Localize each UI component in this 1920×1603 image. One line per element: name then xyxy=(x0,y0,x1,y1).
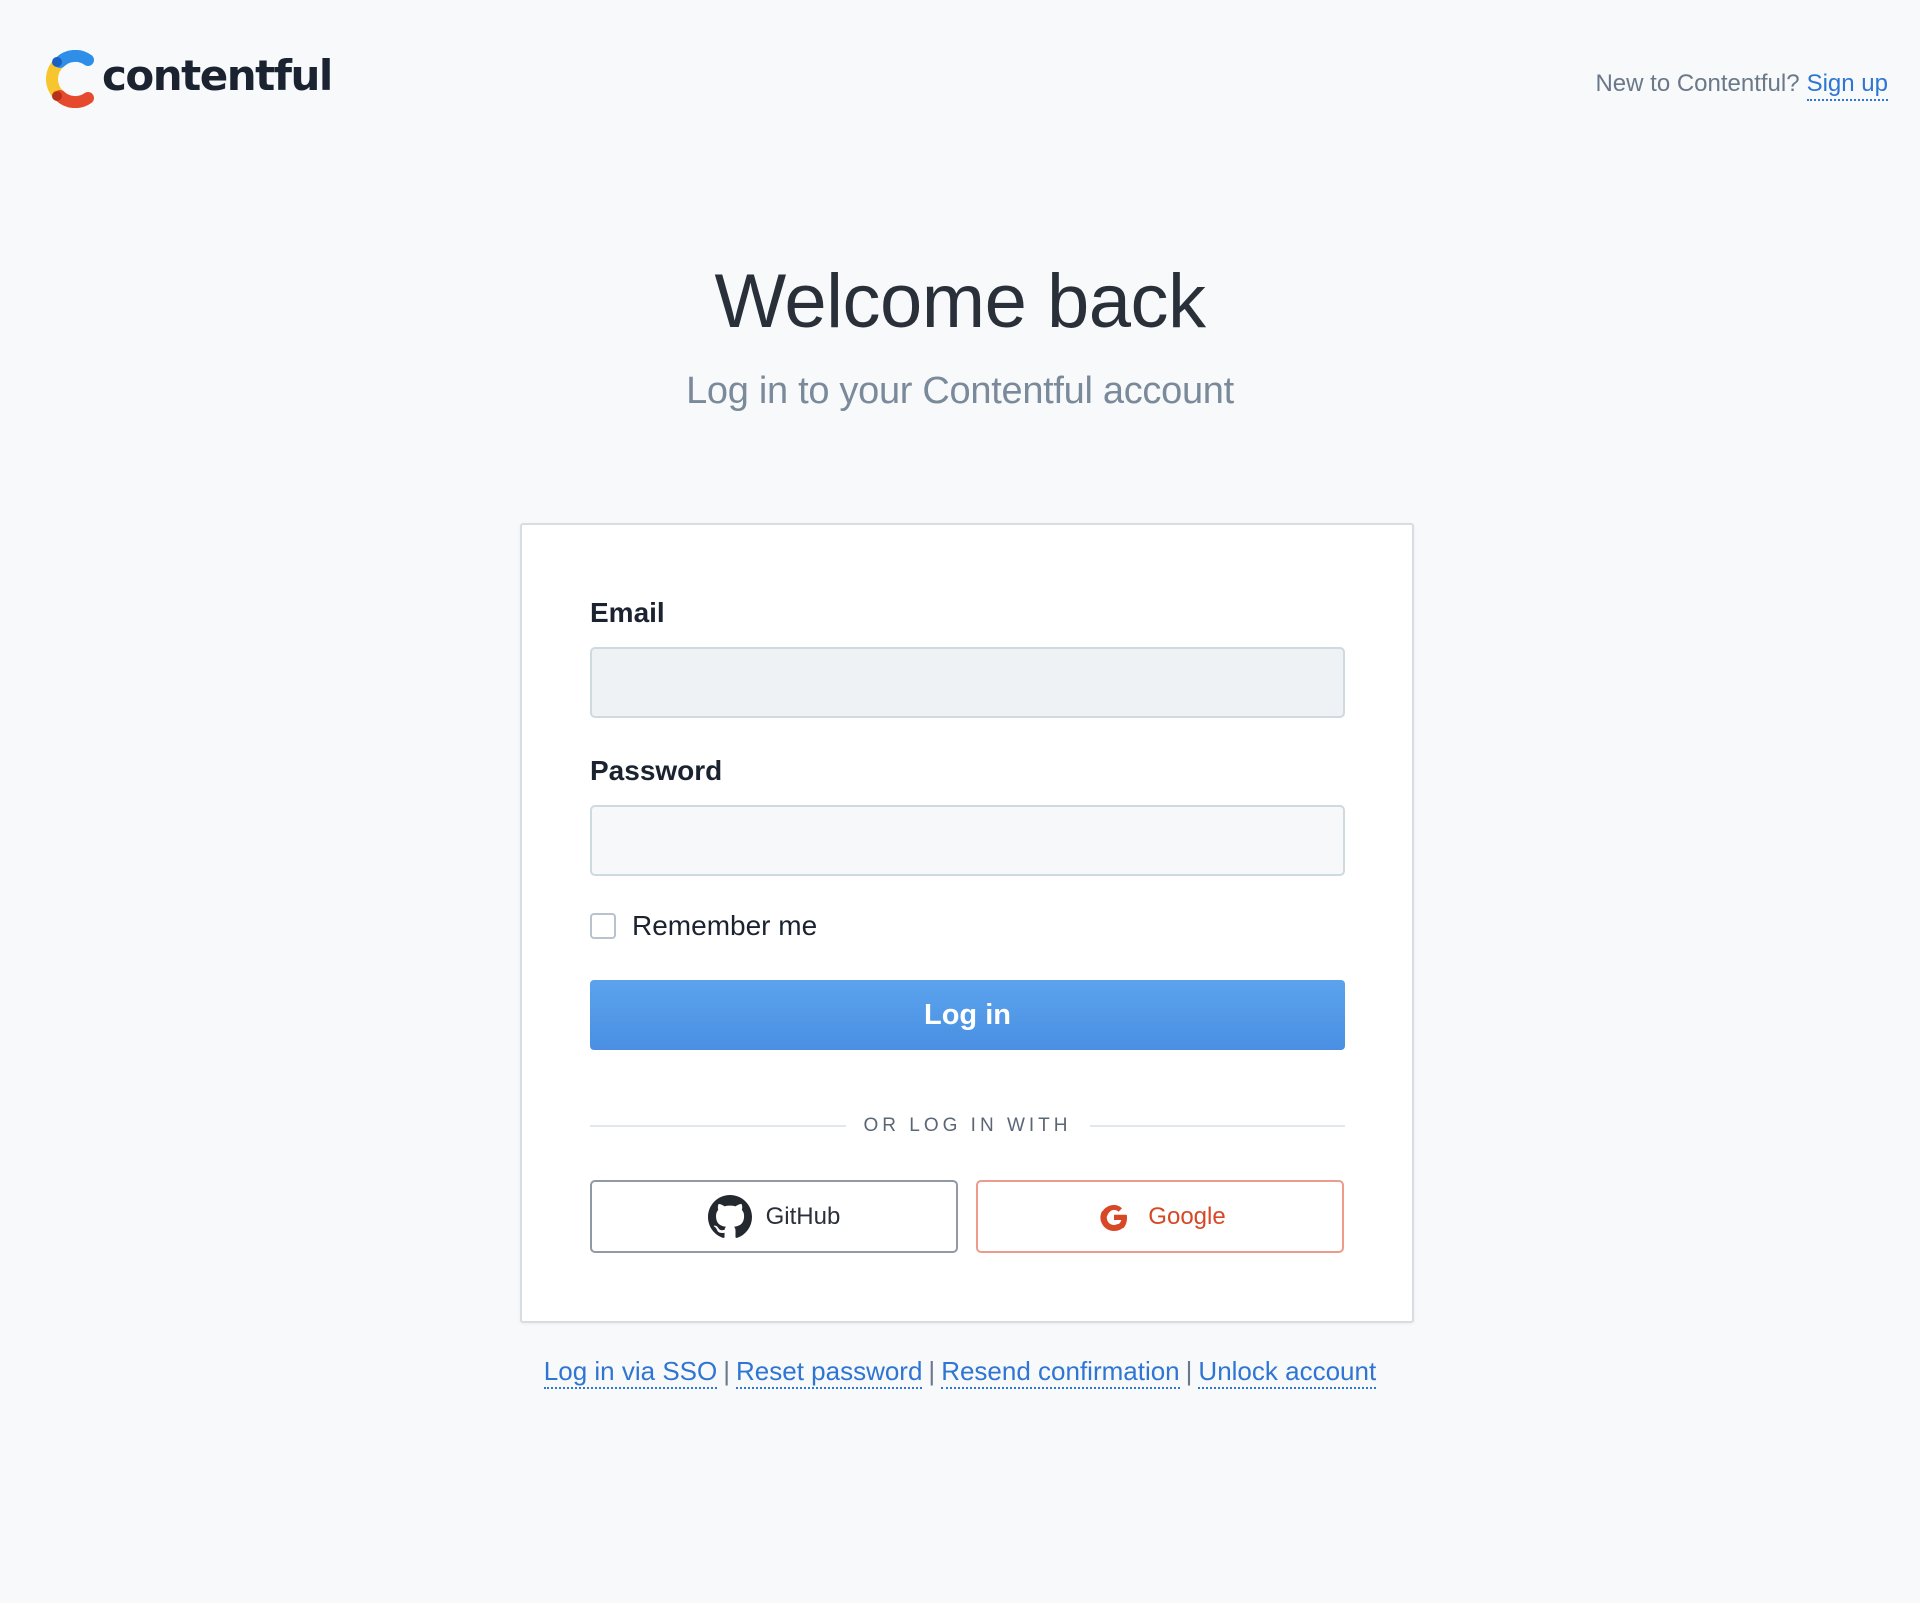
signup-prompt-text: New to Contentful? xyxy=(1595,70,1800,97)
google-login-button[interactable]: Google xyxy=(976,1180,1344,1253)
divider-line-left xyxy=(590,1125,846,1127)
link-separator: | xyxy=(928,1356,936,1386)
page-subtitle: Log in to your Contentful account xyxy=(686,370,1234,412)
login-button[interactable]: Log in xyxy=(590,980,1345,1050)
contentful-logo[interactable]: contentful xyxy=(44,50,333,108)
github-login-button[interactable]: GitHub xyxy=(590,1180,958,1253)
remember-me-option[interactable]: Remember me xyxy=(590,910,817,942)
signup-link[interactable]: Sign up xyxy=(1806,70,1888,101)
remember-me-label[interactable]: Remember me xyxy=(632,910,817,942)
link-separator: | xyxy=(723,1356,730,1386)
page-title: Welcome back xyxy=(714,259,1206,344)
github-icon xyxy=(707,1194,752,1238)
remember-me-checkbox[interactable] xyxy=(590,913,616,939)
google-button-label: Google xyxy=(1148,1202,1226,1230)
auxiliary-links: Log in via SSO | Reset password | Resend con… xyxy=(0,1356,1920,1389)
resend-confirmation-link[interactable]: Resend confirmation xyxy=(941,1356,1180,1389)
password-label: Password xyxy=(590,755,723,786)
email-label: Email xyxy=(590,597,665,628)
logo-wordmark: contentful xyxy=(102,51,333,100)
contentful-logo-icon xyxy=(45,50,94,108)
google-icon xyxy=(1100,1204,1128,1231)
link-separator: | xyxy=(1185,1356,1193,1386)
divider-text: OR LOG IN WITH xyxy=(863,1115,1072,1136)
unlock-account-link[interactable]: Unlock account xyxy=(1198,1356,1377,1389)
login-card: Email Password Remember me Log in OR LOG… xyxy=(520,523,1414,1323)
signup-prompt: New to Contentful? Sign up xyxy=(1595,70,1888,101)
divider-line-right xyxy=(1089,1125,1345,1127)
login-page: contentful New to Contentful? Sign up We… xyxy=(0,0,1920,1603)
github-button-label: GitHub xyxy=(765,1202,841,1230)
email-field[interactable] xyxy=(590,647,1345,718)
sso-login-link[interactable]: Log in via SSO xyxy=(543,1356,718,1389)
reset-password-link[interactable]: Reset password xyxy=(736,1356,923,1389)
password-field[interactable] xyxy=(590,805,1345,876)
social-login-divider: OR LOG IN WITH xyxy=(590,1115,1345,1137)
